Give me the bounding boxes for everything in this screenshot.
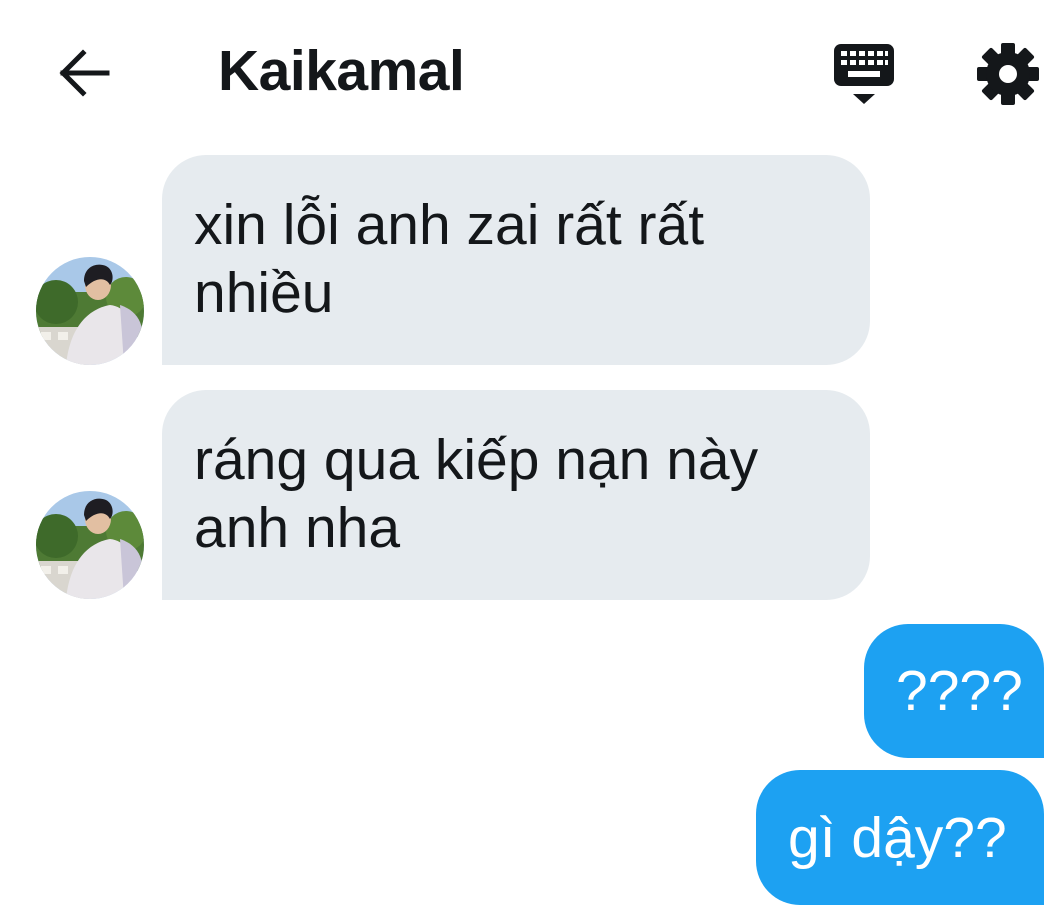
avatar[interactable] bbox=[36, 257, 144, 365]
conversation-title: Kaikamal bbox=[218, 39, 465, 103]
back-button[interactable] bbox=[50, 42, 120, 104]
keyboard-button[interactable] bbox=[826, 38, 902, 110]
gear-icon bbox=[977, 43, 1039, 105]
message-bubble-incoming[interactable]: xin lỗi anh zai rất rất nhiều bbox=[162, 155, 870, 365]
message-bubble-outgoing[interactable]: ???? bbox=[864, 624, 1044, 758]
arrow-left-icon bbox=[59, 49, 110, 97]
settings-button[interactable] bbox=[970, 38, 1046, 108]
message-text: ???? bbox=[896, 659, 1023, 723]
avatar[interactable] bbox=[36, 491, 144, 599]
avatar-photo bbox=[36, 257, 144, 365]
keyboard-icon bbox=[834, 44, 894, 104]
message-text-line: ráng qua kiếp nạn này bbox=[194, 428, 759, 492]
message-bubble-outgoing[interactable]: gì dậy?? bbox=[756, 770, 1044, 905]
message-text-line: nhiều bbox=[194, 261, 334, 325]
message-bubble-incoming[interactable]: ráng qua kiếp nạn này anh nha bbox=[162, 390, 870, 600]
message-text-line: anh nha bbox=[194, 496, 401, 560]
message-text-line: xin lỗi anh zai rất rất bbox=[194, 193, 705, 257]
avatar-photo bbox=[36, 491, 144, 599]
message-text: gì dậy?? bbox=[788, 806, 1007, 870]
chat-header: Kaikamal bbox=[0, 0, 1060, 140]
